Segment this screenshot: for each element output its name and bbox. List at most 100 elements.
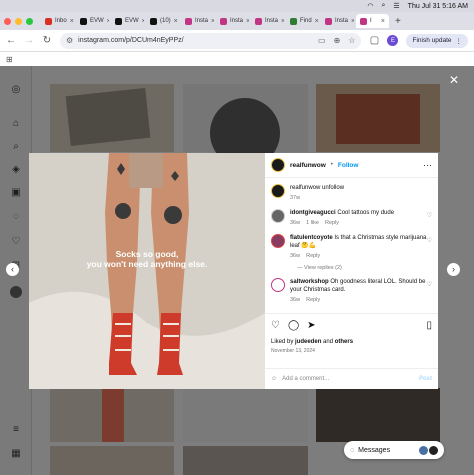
next-post-arrow-icon[interactable]: › (447, 263, 460, 276)
add-comment-input[interactable]: Add a comment... (282, 376, 329, 382)
browser-tab[interactable]: (10) × (146, 14, 179, 28)
apps-grid-icon[interactable]: ⊞ (6, 55, 13, 64)
browser-tab[interactable]: Insta × (321, 14, 354, 28)
notifications-heart-icon[interactable]: ♡ (10, 236, 22, 248)
commenter-avatar[interactable] (271, 278, 285, 292)
tab-close-icon[interactable]: × (351, 18, 354, 25)
like-heart-icon[interactable]: ♡ (271, 320, 280, 331)
finish-update-button[interactable]: Finish update ⋮ (406, 33, 468, 48)
grid-tile[interactable] (316, 388, 440, 442)
author-avatar[interactable] (271, 184, 285, 198)
follow-button[interactable]: Follow (338, 162, 359, 169)
close-window-button[interactable] (4, 17, 11, 25)
tab-label: Inbo (55, 18, 67, 24)
back-icon[interactable]: ← (6, 35, 16, 46)
post-actions: ♡ ◯ ➤ ▯ Liked by judeeden and others Nov… (265, 313, 438, 368)
post-photo[interactable]: Socks so good, you won't need anything e… (29, 153, 265, 389)
home-icon[interactable]: ⌂ (10, 118, 22, 130)
instagram-logo-icon[interactable]: ◎ (10, 84, 22, 96)
author-avatar[interactable] (271, 158, 285, 172)
reply-button[interactable]: Reply (306, 252, 320, 260)
like-comment-heart-icon[interactable]: ♡ (427, 212, 432, 219)
minimize-window-button[interactable] (15, 17, 22, 25)
comment-username[interactable]: saltworkshop (290, 279, 329, 285)
browser-tab[interactable]: Insta × (251, 14, 284, 28)
wifi-icon[interactable]: ◠ (367, 2, 373, 10)
explore-icon[interactable]: ◈ (10, 164, 22, 176)
commenter-avatar[interactable] (271, 234, 285, 248)
browser-tab[interactable]: Insta × (216, 14, 249, 28)
tab-close-icon[interactable]: × (281, 18, 284, 25)
tab-close-icon[interactable]: × (246, 18, 249, 25)
reels-icon[interactable]: ▣ (10, 187, 22, 199)
more-menu-icon[interactable]: ≡ (10, 424, 22, 436)
browser-tab[interactable]: Find × (286, 14, 319, 28)
menubar-clock[interactable]: Thu Jul 31 5:16 AM (408, 3, 468, 10)
liked-by-user[interactable]: judeeden (295, 339, 321, 345)
search-icon[interactable]: ⌕ (10, 141, 22, 153)
comment-username[interactable]: flatulentcoyote (290, 235, 333, 241)
tab-close-icon[interactable]: × (107, 18, 109, 25)
browser-tab[interactable]: EVW × (76, 14, 109, 28)
comment-likes[interactable]: 1 like (306, 219, 319, 227)
omnibox[interactable]: ⚙ instagram.com/p/DCUm4nEyPPz/ ▭ ⊕ ☆ (60, 32, 362, 49)
comment-age[interactable]: 36w (290, 219, 300, 227)
tab-close-icon[interactable]: × (142, 18, 144, 25)
grid-tile[interactable] (183, 446, 308, 475)
tab-close-icon[interactable]: × (70, 18, 74, 25)
cast-icon[interactable]: ▭ (318, 36, 326, 45)
grid-tile[interactable] (316, 84, 440, 152)
extensions-icon[interactable]: ▢ (369, 35, 379, 46)
comment-age[interactable]: 36w (290, 296, 300, 304)
zoom-icon[interactable]: ⊕ (334, 36, 341, 45)
comment-username[interactable]: idontgiveagucci (290, 210, 336, 216)
previous-post-arrow-icon[interactable]: ‹ (6, 263, 19, 276)
comment-bubble-icon[interactable]: ◯ (288, 320, 299, 331)
bookmark-star-icon[interactable]: ☆ (348, 36, 355, 45)
control-center-icon[interactable]: ☰ (393, 2, 399, 10)
commenter-avatar[interactable] (271, 209, 285, 223)
tab-close-icon[interactable]: × (381, 18, 385, 25)
post-date[interactable]: November 13, 2024 (271, 348, 432, 354)
maximize-window-button[interactable] (26, 17, 33, 25)
browser-tab[interactable]: Insta × (181, 14, 214, 28)
grid-tile[interactable] (50, 446, 174, 475)
tab-close-icon[interactable]: × (174, 18, 178, 25)
more-options-icon[interactable]: ··· (423, 160, 432, 170)
save-bookmark-icon[interactable]: ▯ (426, 320, 432, 331)
view-replies-link[interactable]: — View replies (2) (297, 265, 432, 271)
browser-tab[interactable]: Inbo × (41, 14, 74, 28)
browser-tab[interactable]: I × (356, 14, 389, 28)
grid-tile[interactable] (183, 388, 308, 442)
profile-avatar[interactable]: E (387, 35, 399, 46)
comment-age[interactable]: 36w (290, 252, 300, 260)
browser-tab[interactable]: EVW × (111, 14, 144, 28)
grid-tile[interactable] (50, 388, 174, 442)
site-info-icon[interactable]: ⚙ (66, 36, 73, 45)
caption-age[interactable]: 37w (290, 194, 300, 202)
reload-icon[interactable]: ↻ (42, 35, 52, 46)
like-comment-heart-icon[interactable]: ♡ (427, 237, 432, 244)
post-comment-button[interactable]: Post (419, 376, 432, 382)
profile-avatar-icon[interactable] (10, 286, 22, 298)
tab-close-icon[interactable]: × (211, 18, 214, 25)
author-username[interactable]: realfunwow (290, 162, 326, 169)
messages-widget[interactable]: ◌ Messages (344, 441, 444, 459)
close-modal-icon[interactable]: ✕ (449, 73, 459, 87)
grid-tile[interactable] (183, 84, 308, 168)
like-comment-heart-icon[interactable]: ♡ (427, 281, 432, 288)
search-icon[interactable]: ⌕ (381, 2, 385, 10)
reply-button[interactable]: Reply (306, 296, 320, 304)
new-tab-button[interactable]: + (395, 16, 401, 27)
reply-button[interactable]: Reply (325, 219, 339, 227)
messenger-icon[interactable]: ◌ (10, 211, 22, 223)
photo-caption-line1: Socks so good, (115, 249, 179, 259)
liked-by-others[interactable]: others (335, 339, 353, 345)
grid-tile[interactable] (50, 84, 174, 152)
threads-icon[interactable]: ▦ (10, 448, 22, 460)
tab-close-icon[interactable]: × (315, 18, 319, 25)
emoji-icon[interactable]: ☺ (271, 376, 277, 382)
forward-icon[interactable]: → (24, 35, 34, 46)
share-send-icon[interactable]: ➤ (307, 320, 315, 331)
url-text[interactable]: instagram.com/p/DCUm4nEyPPz/ (78, 37, 183, 44)
